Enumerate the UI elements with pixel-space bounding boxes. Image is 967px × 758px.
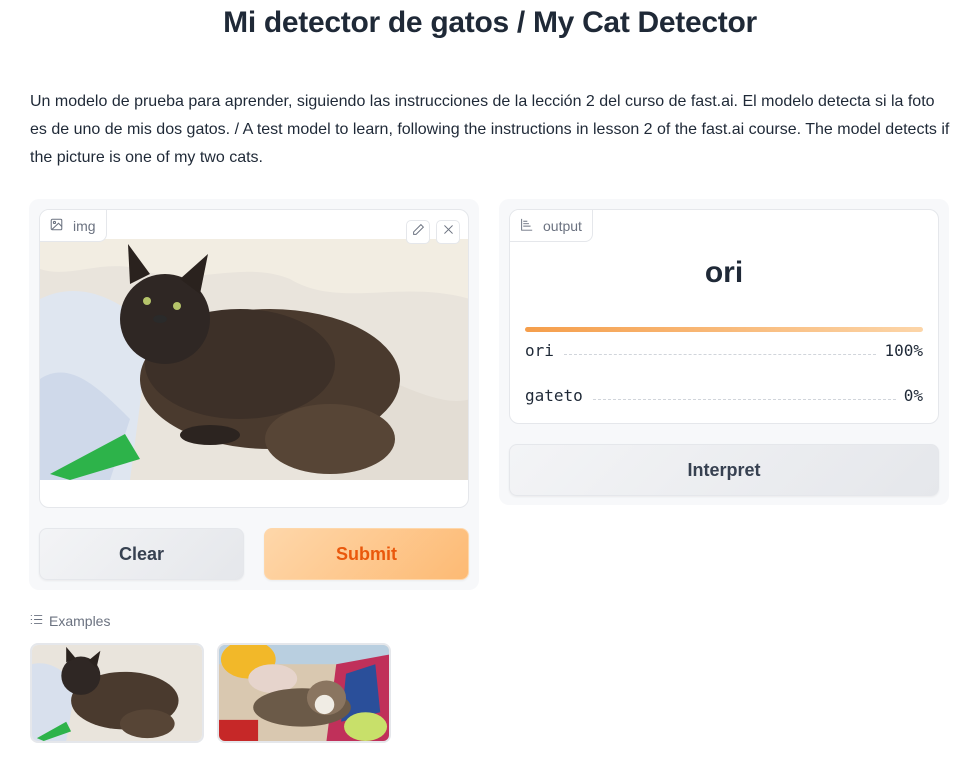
output-label-text: output <box>543 217 582 234</box>
image-icon <box>50 218 63 234</box>
confidence-value: 100% <box>884 341 923 360</box>
confidence-bar <box>525 327 923 332</box>
example-item[interactable] <box>30 643 204 743</box>
pencil-icon <box>412 223 425 241</box>
output-panel: output ori ori 100% gateto 0% Interpret <box>499 199 949 505</box>
example-thumbnail <box>219 645 389 741</box>
bar-chart-icon <box>520 218 533 234</box>
example-thumbnail <box>32 645 202 741</box>
dotted-leader <box>563 354 877 355</box>
submit-button[interactable]: Submit <box>264 528 469 580</box>
image-input[interactable]: img <box>39 209 469 508</box>
label-output: output ori ori 100% gateto 0% <box>509 209 939 424</box>
image-tools <box>406 220 460 244</box>
output-label: output <box>510 210 593 242</box>
predicted-label: ori <box>704 256 744 289</box>
edit-image-button[interactable] <box>406 220 430 244</box>
clear-button[interactable]: Clear <box>39 528 244 580</box>
confidence-label: ori <box>525 341 554 360</box>
confidence-bar-fill <box>525 327 923 332</box>
interpret-button[interactable]: Interpret <box>509 444 939 496</box>
confidence-value: 0% <box>903 386 923 405</box>
image-input-label: img <box>40 210 107 242</box>
examples-label: Examples <box>49 613 111 629</box>
list-icon <box>30 613 43 629</box>
confidence-label: gateto <box>525 386 583 405</box>
page-description: Un modelo de prueba para aprender, sigui… <box>30 93 950 166</box>
confidence-row: ori 100% <box>525 341 923 360</box>
close-icon <box>442 223 455 241</box>
dotted-leader <box>592 399 896 400</box>
example-item[interactable] <box>217 643 391 743</box>
confidence-row: gateto 0% <box>525 386 923 405</box>
uploaded-image <box>40 239 468 480</box>
remove-image-button[interactable] <box>436 220 460 244</box>
input-panel: img Clear Submit <box>29 199 479 590</box>
page-title: Mi detector de gatos / My Cat Detector <box>223 6 757 39</box>
examples-header: Examples <box>30 613 110 629</box>
image-input-label-text: img <box>73 217 96 234</box>
